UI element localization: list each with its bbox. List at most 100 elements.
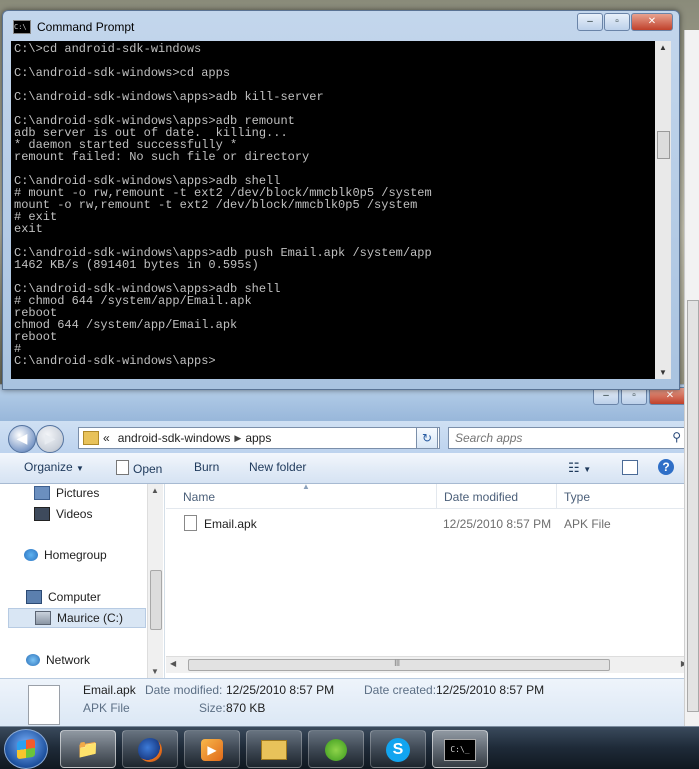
open-button[interactable]: Open [116,460,162,476]
apk-file-icon [184,515,197,531]
details-size-value: 870 KB [226,701,266,715]
file-row[interactable]: Email.apk 12/25/2010 8:57 PM APK File [180,514,680,534]
taskbar-firefox[interactable] [122,730,178,768]
chevron-right-icon[interactable]: ▶ [234,433,241,444]
back-button[interactable]: ◀ [8,425,36,453]
console-text: C:\>cd android-sdk-windows C:\android-sd… [14,42,432,368]
column-header-type[interactable]: Type [564,490,590,504]
file-list-hscrollbar[interactable]: ◀ Ⅲ ▶ [166,656,699,673]
burn-button[interactable]: Burn [194,460,219,474]
console-scrollbar[interactable]: ▲ ▼ [655,41,671,379]
nav-label-network: Network [46,653,91,667]
organize-button[interactable]: Organize ▼ [24,460,84,474]
messenger-icon [325,739,347,762]
nav-pane-scroll-thumb[interactable] [150,570,162,630]
nav-item-homegroup[interactable]: Homegroup [24,548,107,562]
close-button[interactable]: ✕ [631,13,673,31]
apk-file-large-icon [28,685,60,725]
start-button[interactable] [4,729,48,769]
file-list-hscroll-thumb[interactable]: Ⅲ [188,658,610,671]
file-type: APK File [564,517,611,531]
forward-button[interactable]: ▶ [36,425,64,453]
nav-label-computer: Computer [48,590,101,604]
homegroup-icon [24,549,38,561]
column-headers: Name ▲ Date modified Type [166,482,699,509]
taskbar-folder-pen[interactable] [246,730,302,768]
firefox-icon [138,738,162,763]
folder-pen-icon [261,740,287,761]
command-prompt-titlebar[interactable]: C:\ Command Prompt [13,20,134,34]
nav-label-drive: Maurice (C:) [57,611,124,625]
file-name: Email.apk [204,517,257,531]
nav-label-homegroup: Homegroup [44,548,107,562]
preview-pane-icon[interactable] [622,460,638,475]
taskbar-messenger[interactable] [308,730,364,768]
scroll-left-icon[interactable]: ◀ [170,659,176,668]
explorer-content: Pictures Videos Homegroup Computer Mauri… [0,482,699,678]
computer-icon [26,590,42,604]
details-file-type: APK File [83,701,130,715]
nav-item-computer[interactable]: Computer [26,590,101,604]
taskbar-command-prompt[interactable]: C:\_ [432,730,488,768]
taskbar-file-explorer[interactable]: 📁 [60,730,116,768]
windows-logo-icon [17,738,35,760]
nav-label-pictures: Pictures [56,486,100,500]
command-bar: Organize ▼ Open Burn New folder ☷ ▼ ? [0,453,699,484]
scroll-up-icon[interactable]: ▲ [659,43,667,52]
search-input[interactable] [453,428,657,448]
console-scroll-thumb[interactable] [657,131,670,159]
scroll-up-icon[interactable]: ▲ [151,486,159,495]
nav-item-videos[interactable]: Videos [34,507,92,521]
maximize-button[interactable]: ▫ [604,13,630,31]
drive-icon [35,611,51,625]
scroll-down-icon[interactable]: ▼ [151,667,159,676]
breadcrumb-android-sdk-windows[interactable]: android-sdk-windows [114,431,235,445]
minimize-button[interactable]: – [577,13,603,31]
console-output[interactable]: C:\>cd android-sdk-windows C:\android-sd… [11,41,655,379]
explorer-window: – ▫ ✕ ◀ ▶ « android-sdk-windows ▶ apps ▼… [0,384,699,728]
column-header-name[interactable]: Name [183,490,215,504]
command-prompt-title: Command Prompt [37,20,135,34]
nav-label-videos: Videos [56,507,93,521]
view-options-icon[interactable]: ☷ ▼ [568,460,591,476]
explorer-titlebar: – ▫ ✕ [0,385,699,421]
folder-icon [83,431,99,445]
address-prefix: « [103,431,110,445]
nav-item-pictures[interactable]: Pictures [34,486,99,500]
taskbar-media-player[interactable]: ▶ [184,730,240,768]
folder-icon: 📁 [76,739,100,759]
taskbar-skype[interactable]: S [370,730,426,768]
details-pane: Email.apk APK File Date modified: 12/25/… [0,678,699,728]
breadcrumb-apps[interactable]: apps [241,431,275,445]
help-icon[interactable]: ? [658,459,674,475]
nav-pane-scrollbar[interactable]: ▲ ▼ [147,484,163,678]
skype-icon: S [386,738,410,763]
scroll-down-icon[interactable]: ▼ [659,368,667,377]
new-folder-button[interactable]: New folder [249,460,306,474]
command-prompt-window: C:\ Command Prompt – ▫ ✕ C:\>cd android-… [2,10,680,390]
refresh-icon[interactable]: ↻ [416,427,438,449]
nav-item-drive-c[interactable]: Maurice (C:) [8,608,146,628]
details-file-name: Email.apk [83,683,136,697]
cmd-caption-buttons: – ▫ ✕ [577,13,673,31]
taskbar: 📁 ▶ S C:\_ [0,726,699,769]
background-window-scrollbar[interactable] [684,30,699,730]
details-date-created-label: Date created: [364,683,437,697]
network-icon [26,654,40,666]
background-scroll-thumb[interactable] [687,300,699,712]
pictures-icon [34,486,50,500]
videos-icon [34,507,50,521]
open-label: Open [133,462,163,476]
column-header-date-modified[interactable]: Date modified [444,490,518,504]
sort-up-icon: ▲ [302,482,310,491]
explorer-navbar: ◀ ▶ « android-sdk-windows ▶ apps ▼ ↻ ⚲ [0,421,699,453]
column-divider[interactable] [436,484,437,508]
column-divider[interactable] [556,484,557,508]
details-date-modified-label: Date modified: [145,683,223,697]
address-bar[interactable]: « android-sdk-windows ▶ apps ▼ [78,427,440,449]
search-box: ⚲ [448,427,686,449]
search-icon[interactable]: ⚲ [672,430,681,444]
command-prompt-icon: C:\ [13,20,31,34]
nav-item-network[interactable]: Network [26,653,90,667]
organize-label: Organize [24,460,73,474]
